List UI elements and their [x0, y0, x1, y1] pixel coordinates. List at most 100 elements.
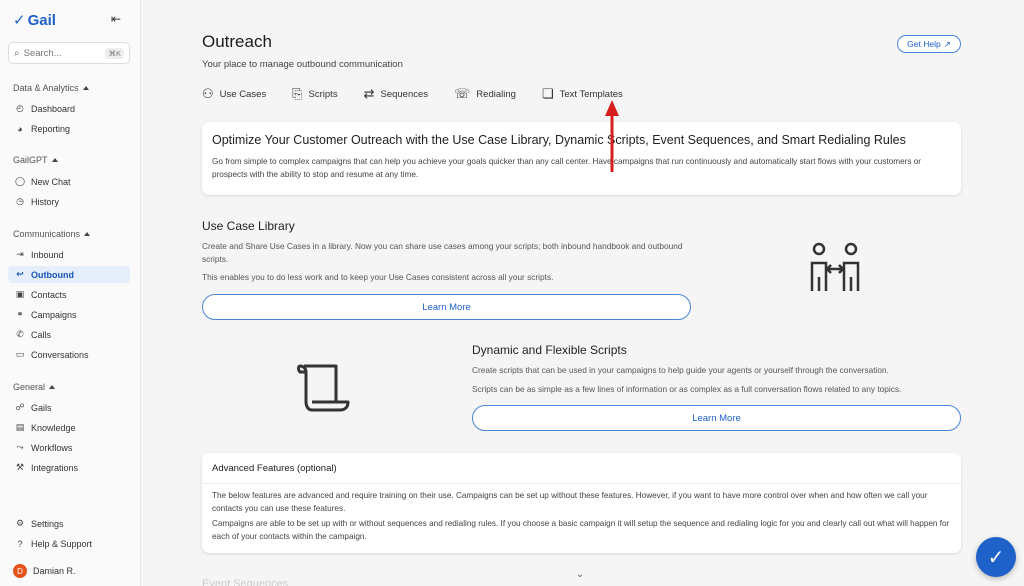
campaigns-icon: ⚭ — [16, 309, 24, 319]
event-sequences-title: Event Sequences — [202, 578, 289, 586]
hero-title: Optimize Your Customer Outreach with the… — [212, 133, 906, 147]
sidebar-item-outbound[interactable]: ↩ Outbound — [8, 266, 130, 283]
use-case-learn-more-button[interactable]: Learn More — [202, 294, 691, 320]
user-menu[interactable]: D Damian R. — [13, 564, 76, 578]
sidebar-item-new-chat[interactable]: ◯ New Chat — [8, 173, 130, 190]
sidebar-item-label: Gails — [31, 402, 52, 413]
sidebar-item-settings[interactable]: ⚙ Settings — [8, 515, 130, 532]
advanced-features-card: Advanced Features (optional) The below f… — [202, 453, 961, 553]
tab-label: Text Templates — [559, 88, 623, 100]
external-link-icon: ↗ — [943, 38, 951, 49]
conversations-icon: ▭ — [15, 349, 25, 359]
logo-text: Gail — [27, 11, 56, 29]
help-icon: ? — [17, 538, 23, 549]
page-subtitle: Your place to manage outbound communicat… — [202, 59, 403, 70]
people-icon: ☍ — [15, 402, 25, 412]
contacts-icon: ▣ — [15, 289, 25, 299]
tab-label: Sequences — [380, 88, 429, 100]
sidebar-item-label: History — [31, 196, 60, 207]
sidebar-item-label: Help & Support — [31, 538, 93, 549]
book-icon: ▤ — [15, 422, 25, 432]
sidebar-item-dashboard[interactable]: ◴ Dashboard — [8, 100, 130, 117]
sidebar-item-history[interactable]: ◷ History — [8, 193, 130, 210]
sidebar-item-label: Settings — [31, 518, 64, 529]
sidebar-item-workflows[interactable]: ⤳ Workflows — [8, 439, 130, 456]
sidebar-item-help-support[interactable]: ? Help & Support — [8, 535, 130, 552]
redial-icon: ☏ — [454, 86, 471, 101]
sidebar-item-label: Calls — [31, 329, 52, 340]
sidebar-item-gails[interactable]: ☍ Gails — [8, 399, 130, 416]
section-label: Communications — [13, 229, 81, 239]
search-placeholder: Search... — [23, 47, 62, 59]
section-communications[interactable]: Communications — [13, 229, 91, 239]
gail-logo-icon: ✓ — [987, 546, 1005, 569]
tab-scripts[interactable]: ⎘ Scripts — [292, 86, 337, 102]
search-input[interactable]: ⌕ Search... ⌘K — [8, 42, 130, 64]
sidebar-item-label: Reporting — [31, 123, 71, 134]
search-icon: ⌕ — [14, 47, 20, 59]
sidebar-item-label: Outbound — [31, 269, 74, 280]
sidebar-item-label: New Chat — [31, 176, 71, 187]
sidebar-item-conversations[interactable]: ▭ Conversations — [8, 346, 130, 363]
sidebar-item-label: Campaigns — [31, 309, 77, 320]
sidebar-item-calls[interactable]: ✆ Calls — [8, 326, 130, 343]
sequence-icon: ⇄ — [363, 86, 375, 101]
hero-body: Go from simple to complex campaigns that… — [212, 157, 922, 179]
clock-icon: ◴ — [16, 103, 24, 113]
sidebar-item-reporting[interactable]: ◕ Reporting — [8, 120, 130, 137]
tab-label: Scripts — [308, 88, 338, 100]
sidebar-item-label: Knowledge — [31, 422, 76, 433]
people-exchange-icon: ⚇ — [202, 86, 214, 101]
sidebar-item-label: Conversations — [31, 349, 89, 360]
section-data-analytics[interactable]: Data & Analytics — [13, 83, 89, 93]
scroll-icon: ⎘ — [292, 86, 303, 101]
collapse-sidebar-icon[interactable]: ⇤ — [111, 12, 121, 26]
use-case-body-2: This enables you to do less work and to … — [202, 272, 554, 282]
tab-label: Redialing — [476, 88, 516, 100]
caret-up-icon — [49, 385, 56, 389]
tab-sequences[interactable]: ⇄ Sequences — [364, 86, 428, 102]
sidebar-item-campaigns[interactable]: ⚭ Campaigns — [8, 306, 130, 323]
sidebar-item-integrations[interactable]: ⚒ Integrations — [8, 459, 130, 476]
scroll-illustration-icon — [297, 364, 350, 412]
divider — [202, 483, 961, 484]
gail-assistant-button[interactable]: ✓ — [976, 537, 1016, 577]
section-general[interactable]: General — [13, 382, 56, 392]
advanced-body-1: The below features are advanced and requ… — [212, 491, 928, 513]
section-label: GailGPT — [13, 155, 48, 165]
message-icon: ❏ — [541, 86, 554, 101]
use-case-title: Use Case Library — [202, 219, 295, 233]
outreach-tabs: ⚇ Use Cases ⎘ Scripts ⇄ Sequences ☏ Redialin… — [202, 86, 623, 102]
annotation-arrow — [605, 100, 619, 172]
chart-icon: ◕ — [17, 123, 23, 134]
scripts-body-2: Scripts can be as simple as a few lines … — [472, 384, 902, 394]
gear-icon: ⚙ — [15, 518, 25, 528]
sidebar-item-knowledge[interactable]: ▤ Knowledge — [8, 419, 130, 436]
caret-up-icon — [82, 86, 89, 90]
get-help-button[interactable]: Get Help ↗ — [897, 35, 961, 53]
tab-label: Use Cases — [219, 88, 267, 100]
hero-card: Optimize Your Customer Outreach with the… — [202, 122, 961, 195]
caret-up-icon — [84, 232, 91, 236]
user-name: Damian R. — [33, 566, 76, 576]
section-label: Data & Analytics — [13, 83, 79, 93]
get-help-label: Get Help — [907, 39, 941, 49]
chevron-down-icon[interactable]: ⌄ — [576, 569, 584, 580]
sidebar-item-contacts[interactable]: ▣ Contacts — [8, 286, 130, 303]
section-label: General — [13, 382, 46, 392]
sidebar-item-label: Contacts — [31, 289, 67, 300]
tab-redialing[interactable]: ☏ Redialing — [454, 86, 516, 102]
section-gailgpt[interactable]: GailGPT — [13, 155, 58, 165]
advanced-title: Advanced Features (optional) — [212, 463, 337, 474]
wrench-icon: ⚒ — [15, 462, 25, 472]
sidebar-item-inbound[interactable]: ⇥ Inbound — [8, 246, 130, 263]
sidebar-item-label: Dashboard — [31, 103, 76, 114]
scripts-learn-more-button[interactable]: Learn More — [472, 405, 961, 431]
chat-icon: ◯ — [15, 176, 26, 186]
sidebar-item-label: Workflows — [31, 442, 73, 453]
workflow-icon: ⤳ — [16, 442, 24, 452]
avatar: D — [13, 564, 27, 578]
tab-use-cases[interactable]: ⚇ Use Cases — [202, 86, 266, 102]
scripts-title: Dynamic and Flexible Scripts — [472, 343, 627, 357]
logo[interactable]: ✓ Gail — [13, 11, 56, 30]
